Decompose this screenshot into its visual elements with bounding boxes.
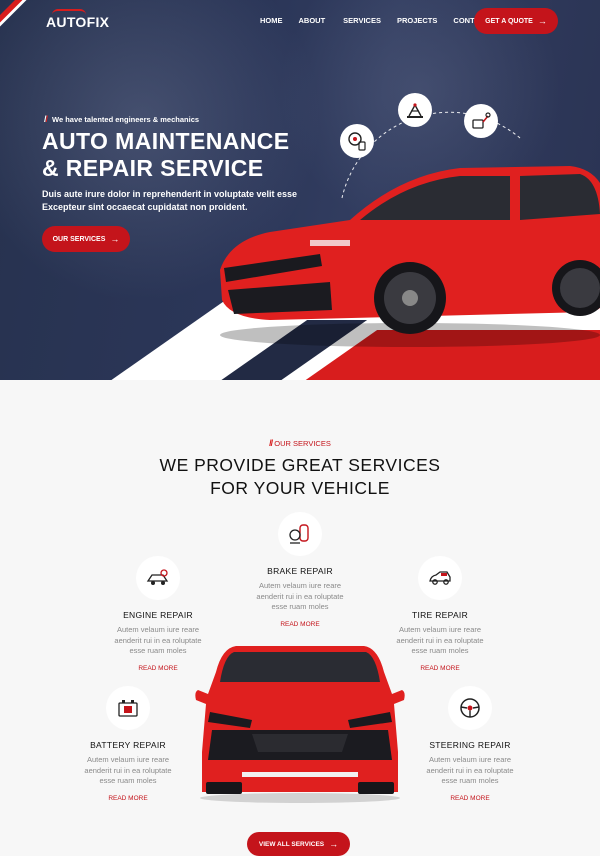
service-name: TIRE REPAIR bbox=[411, 610, 469, 620]
logo[interactable]: AUTOFIX bbox=[46, 14, 109, 30]
car-jack-icon bbox=[398, 93, 432, 127]
read-more-link[interactable]: READ MORE bbox=[235, 621, 365, 628]
double-slash-icon: // bbox=[269, 438, 273, 448]
arrow-right-icon: → bbox=[329, 838, 339, 849]
hero-section: AUTOFIX HOME ABOUT SERVICES PROJECTS CON… bbox=[0, 0, 600, 380]
service-desc: Autem velaum iure reare aenderit rui in … bbox=[63, 755, 193, 787]
service-desc-line: Autem velaum iure reare bbox=[398, 625, 482, 634]
service-desc-line: esse ruam moles bbox=[441, 776, 499, 785]
hero-tagline: // We have talented engineers & mechanic… bbox=[44, 114, 199, 124]
service-name: BATTERY REPAIR bbox=[90, 740, 166, 750]
read-more-link[interactable]: READ MORE bbox=[63, 795, 193, 802]
our-services-label: OUR SERVICES bbox=[52, 235, 106, 243]
service-desc: Autem velaum iure reare aenderit rui in … bbox=[235, 581, 365, 613]
brake-icon bbox=[278, 512, 322, 556]
front-car-image bbox=[195, 646, 405, 803]
service-name: BRAKE REPAIR bbox=[267, 566, 333, 576]
service-desc: Autem velaum iure reare aenderit rui in … bbox=[405, 755, 535, 787]
service-desc-line: aenderit rui in ea roluptate bbox=[426, 765, 514, 775]
service-name: ENGINE REPAIR bbox=[123, 610, 193, 620]
arrow-right-icon: → bbox=[110, 233, 120, 244]
get-a-quote-label: GET A QUOTE bbox=[485, 17, 533, 25]
nav-home[interactable]: HOME bbox=[260, 16, 283, 25]
engine-icon bbox=[136, 556, 180, 600]
services-title-line2: FOR YOUR VEHICLE bbox=[210, 478, 390, 498]
service-desc-line: aenderit rui in ea roluptate bbox=[84, 765, 172, 775]
battery-icon bbox=[106, 686, 150, 730]
service-desc-line: Autem velaum iure reare bbox=[86, 755, 170, 764]
services-label-text: OUR SERVICES bbox=[274, 439, 331, 448]
service-desc-line: aenderit rui in ea roluptate bbox=[256, 591, 344, 601]
service-name: STEERING REPAIR bbox=[429, 740, 511, 750]
services-section: // OUR SERVICES WE PROVIDE GREAT SERVICE… bbox=[0, 380, 600, 856]
read-more-link[interactable]: READ MORE bbox=[405, 795, 535, 802]
nav-about[interactable]: ABOUT bbox=[299, 16, 326, 25]
nav-projects[interactable]: PROJECTS bbox=[397, 16, 437, 25]
main-nav: HOME ABOUT SERVICES PROJECTS CONTACT bbox=[260, 16, 490, 25]
service-card-battery[interactable]: BATTERY REPAIR Autem velaum iure reare a… bbox=[63, 686, 193, 802]
view-all-services-label: VIEW ALL SERVICES bbox=[258, 840, 325, 848]
double-slash-icon: // bbox=[44, 114, 48, 124]
battery-charge-icon bbox=[464, 104, 498, 138]
car-tire-icon bbox=[418, 556, 462, 600]
hero-tagline-text: We have talented engineers & mechanics bbox=[52, 114, 200, 124]
services-title: WE PROVIDE GREAT SERVICES FOR YOUR VEHIC… bbox=[0, 454, 600, 500]
get-a-quote-button[interactable]: GET A QUOTE → bbox=[474, 8, 558, 34]
steering-wheel-icon bbox=[448, 686, 492, 730]
service-desc-line: Autem velaum iure reare bbox=[116, 625, 200, 634]
our-services-button[interactable]: OUR SERVICES → bbox=[42, 226, 130, 252]
service-card-steering[interactable]: STEERING REPAIR Autem velaum iure reare … bbox=[405, 686, 535, 802]
services-label: // OUR SERVICES bbox=[0, 438, 600, 448]
service-desc-line: Autem velaum iure reare bbox=[258, 581, 342, 590]
service-desc-line: esse ruam moles bbox=[271, 602, 329, 611]
service-desc-line: Autem velaum iure reare bbox=[428, 755, 512, 764]
nav-services[interactable]: SERVICES bbox=[343, 16, 381, 25]
service-card-brake[interactable]: BRAKE REPAIR Autem velaum iure reare aen… bbox=[235, 512, 365, 628]
hero-car-image bbox=[220, 166, 600, 347]
service-desc-line: esse ruam moles bbox=[99, 776, 157, 785]
view-all-services-button[interactable]: VIEW ALL SERVICES → bbox=[247, 832, 350, 856]
arrow-right-icon: → bbox=[537, 15, 547, 26]
services-title-line1: WE PROVIDE GREAT SERVICES bbox=[159, 455, 441, 475]
